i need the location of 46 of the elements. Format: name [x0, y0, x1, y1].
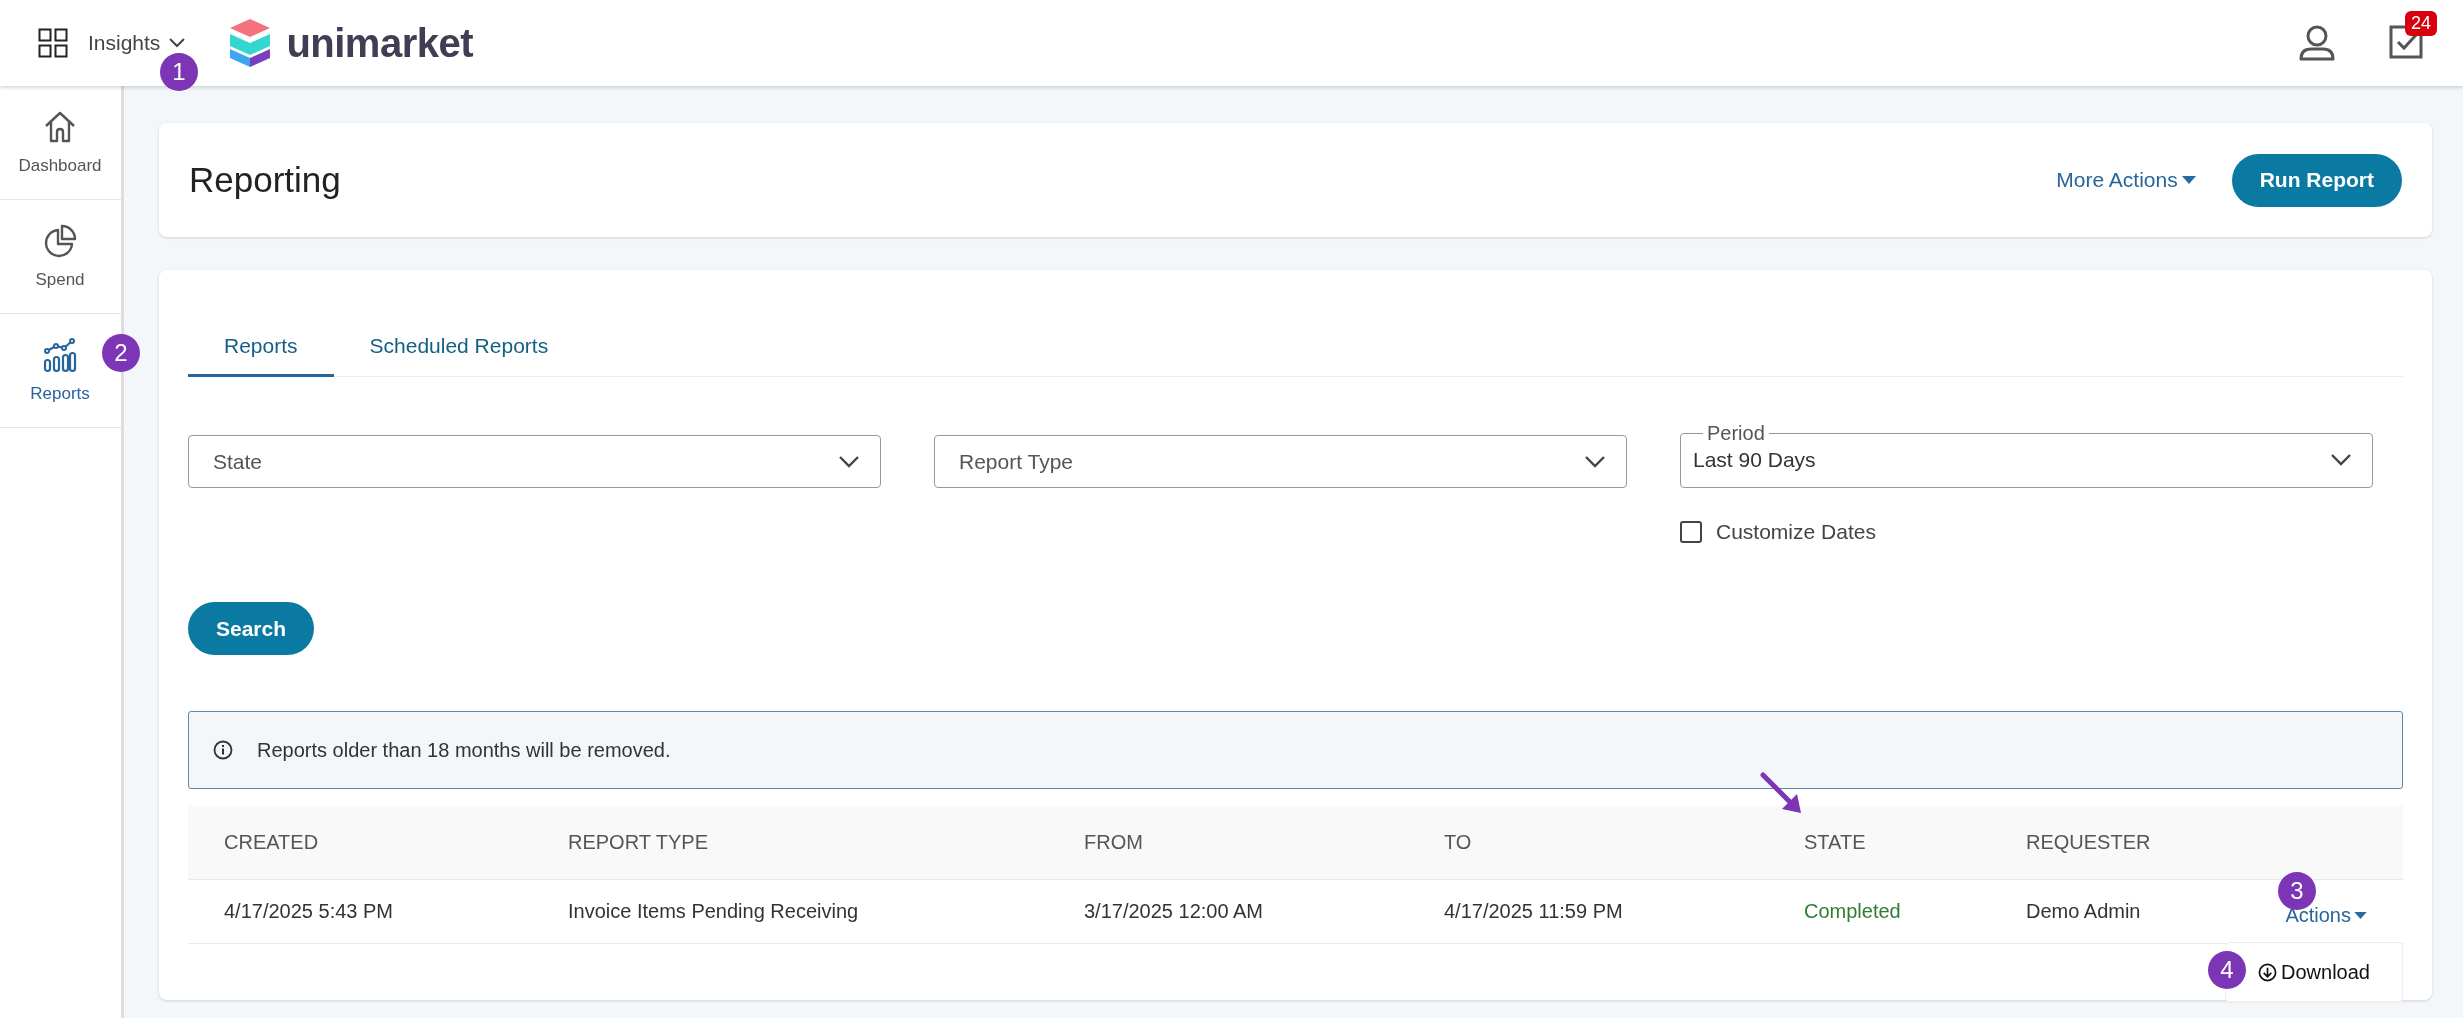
table-cell: 3/17/2025 12:00 AM — [1084, 900, 1264, 922]
column-header: REPORT TYPE — [568, 831, 709, 854]
column-header: CREATED — [224, 831, 319, 854]
status-text: Completed — [1804, 900, 1901, 922]
download-menu-item[interactable]: Download — [2258, 960, 2370, 984]
column-header: TO — [1444, 831, 1472, 854]
column-header: REQUESTER — [2026, 831, 2151, 854]
tab[interactable]: Reports — [188, 334, 334, 377]
chevron-down-icon — [168, 37, 187, 49]
annotation-marker: 1 — [160, 53, 198, 91]
chevron-down-icon — [1584, 454, 1606, 469]
bar-chart-icon — [42, 337, 78, 374]
select-field[interactable]: Period Last 90 Days — [1680, 422, 2373, 488]
page-title: Reporting — [189, 160, 341, 200]
sidebar-item[interactable]: Reports — [18, 314, 102, 427]
column-header: STATE — [1804, 831, 1866, 854]
logo-wordmark: unimarket — [286, 20, 474, 66]
table-cell: Invoice Items Pending Receiving — [568, 900, 859, 922]
chevron-down-icon — [838, 454, 860, 469]
caret-icon — [2181, 175, 2196, 185]
info-message: Reports older than 18 months will be removed. — [257, 738, 671, 762]
caret-icon — [2354, 911, 2367, 920]
more-actions-link[interactable]: More Actions — [2050, 167, 2202, 193]
app-grid-icon[interactable] — [38, 28, 68, 58]
pie-chart-icon — [42, 223, 78, 260]
sidebar-item[interactable]: Spend — [18, 200, 102, 313]
user-icon[interactable] — [2297, 23, 2337, 63]
customize-dates-checkbox[interactable]: Customize Dates — [1680, 520, 1876, 544]
select-field[interactable]: State — [188, 435, 881, 488]
table-cell: 4/17/2025 11:59 PM — [1444, 900, 1623, 922]
notification-badge: 24 — [2404, 11, 2437, 36]
download-icon — [2258, 962, 2277, 982]
table-cell: 4/17/2025 5:43 PM — [224, 900, 393, 922]
search-button[interactable]: Search — [188, 602, 315, 655]
chevron-down-icon — [2330, 453, 2352, 467]
select-field[interactable]: Report Type — [934, 435, 1627, 488]
table-cell: Demo Admin — [2026, 900, 2141, 922]
annotation-marker: 2 — [102, 334, 140, 372]
info-icon — [213, 740, 233, 760]
column-header: FROM — [1084, 831, 1143, 854]
tab[interactable]: Scheduled Reports — [333, 334, 585, 377]
annotation-marker: 4 — [2208, 950, 2246, 989]
logo-icon — [228, 18, 273, 68]
run-report-button[interactable]: Run Report — [2231, 153, 2402, 207]
app-switcher[interactable]: Insights — [88, 31, 187, 55]
sidebar-item[interactable]: Dashboard — [18, 86, 102, 199]
